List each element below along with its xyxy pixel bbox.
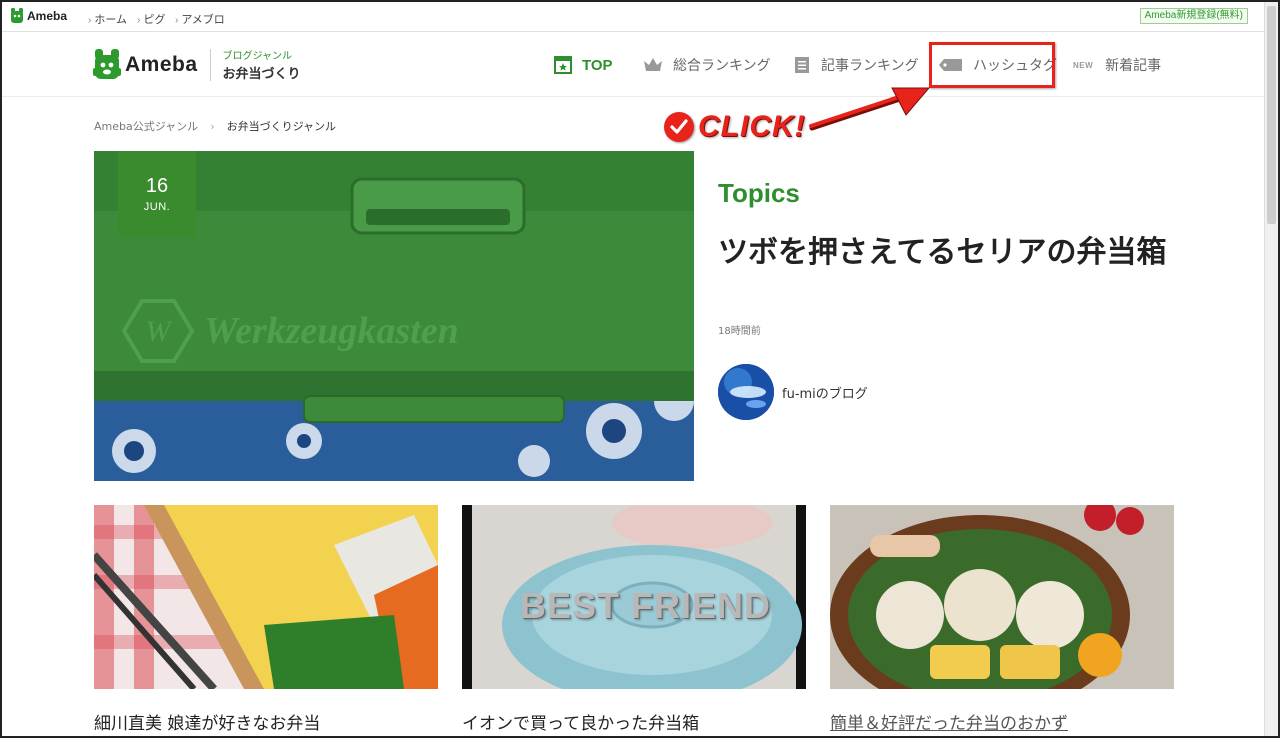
genre-title: ブログジャンル お弁当づくり — [223, 47, 301, 82]
genre-label: ブログジャンル — [222, 51, 293, 62]
author-name: fu-miのブログ — [782, 386, 868, 402]
article-card[interactable]: 細川直美 娘達が好きなお弁当 — [94, 505, 438, 734]
nav-overall-ranking[interactable]: 総合ランキング — [643, 33, 771, 97]
util-link-ameblo[interactable]: アメブロ — [175, 11, 224, 27]
browser-frame: Ameba ホーム ピグ アメブロ Ameba新規登録(無料) Ameba ブロ… — [0, 0, 1280, 738]
breadcrumb: Ameba公式ジャンル › お弁当づくりジャンル — [94, 118, 336, 134]
pointer-arrow-icon — [809, 87, 931, 131]
util-link-home[interactable]: ホーム — [88, 11, 127, 27]
date-month: JUN. — [143, 201, 171, 213]
breadcrumb-parent[interactable]: Ameba公式ジャンル — [94, 118, 198, 134]
ameba-small-logo-text: Ameba — [27, 9, 68, 23]
click-text: CLICK! — [698, 110, 806, 143]
card-title[interactable]: イオンで買って良かった弁当箱 — [462, 709, 806, 734]
nav-top[interactable]: TOP — [554, 33, 613, 97]
nav-new-articles-label: 新着記事 — [1105, 58, 1162, 74]
ameba-small-logo[interactable]: Ameba — [10, 8, 67, 24]
crown-icon — [643, 57, 663, 73]
util-link-pigg[interactable]: ピグ — [137, 11, 165, 27]
nav-new-articles[interactable]: NEW 新着記事 — [1073, 33, 1161, 97]
scrollbar-thumb[interactable] — [1267, 6, 1276, 224]
card-title[interactable]: 簡単＆好評だった弁当のおかず — [830, 709, 1174, 734]
hero-article-title[interactable]: ツボを押さえてるセリアの弁当箱 — [718, 232, 1178, 274]
author-avatar[interactable] — [718, 364, 774, 420]
chevron-right-icon: › — [210, 119, 215, 133]
vertical-scrollbar[interactable] — [1264, 2, 1278, 736]
brand-divider — [209, 48, 211, 81]
genre-name: お弁当づくり — [222, 67, 301, 82]
utility-bar: Ameba ホーム ピグ アメブロ Ameba新規登録(無料) — [2, 2, 1266, 32]
calendar-star-icon — [554, 56, 572, 74]
click-annotation: CLICK! — [664, 110, 806, 144]
hero-timestamp: 18時間前 — [718, 326, 761, 337]
date-day: 16 — [145, 175, 169, 197]
genre-header: Ameba ブログジャンル お弁当づくり TOP 総合ランキング 記事ランキング — [2, 33, 1266, 97]
article-card[interactable]: BEST FRIEND イオンで買って良かった弁当箱 — [462, 505, 806, 734]
ameba-mascot-icon — [11, 8, 23, 23]
nav-top-label: TOP — [582, 56, 613, 74]
onigiri-bento-image — [830, 505, 1174, 689]
card-title[interactable]: 細川直美 娘達が好きなお弁当 — [94, 709, 438, 734]
article-card[interactable]: 簡単＆好評だった弁当のおかず — [830, 505, 1174, 734]
document-icon — [793, 56, 811, 74]
card-thumbnail[interactable] — [94, 505, 438, 689]
card-image-overlay-text: BEST FRIEND — [520, 585, 772, 626]
nav-article-ranking-label: 記事ランキング — [821, 58, 919, 74]
topics-label: Topics — [718, 178, 800, 208]
signup-button[interactable]: Ameba新規登録(無料) — [1139, 8, 1248, 24]
hashtag-highlight-box — [929, 42, 1055, 88]
card-thumbnail[interactable] — [830, 505, 1174, 689]
new-badge: NEW — [1073, 60, 1094, 70]
breadcrumb-current: お弁当づくりジャンル — [226, 120, 337, 133]
card-thumbnail[interactable]: BEST FRIEND — [462, 505, 806, 689]
hero-author[interactable]: fu-miのブログ — [718, 364, 868, 420]
brand-name: Ameba — [125, 52, 198, 76]
lunchbox-embossed-text: Werkzeugkasten — [204, 310, 459, 352]
nav-overall-ranking-label: 総合ランキング — [673, 58, 771, 74]
ameba-mascot-icon — [93, 48, 121, 79]
brand[interactable]: Ameba ブログジャンル お弁当づくり — [93, 47, 301, 82]
bento-rice-image — [94, 505, 438, 689]
svg-text:W: W — [146, 315, 174, 348]
check-icon — [664, 112, 694, 142]
date-badge: 16 JUN. — [118, 151, 196, 237]
